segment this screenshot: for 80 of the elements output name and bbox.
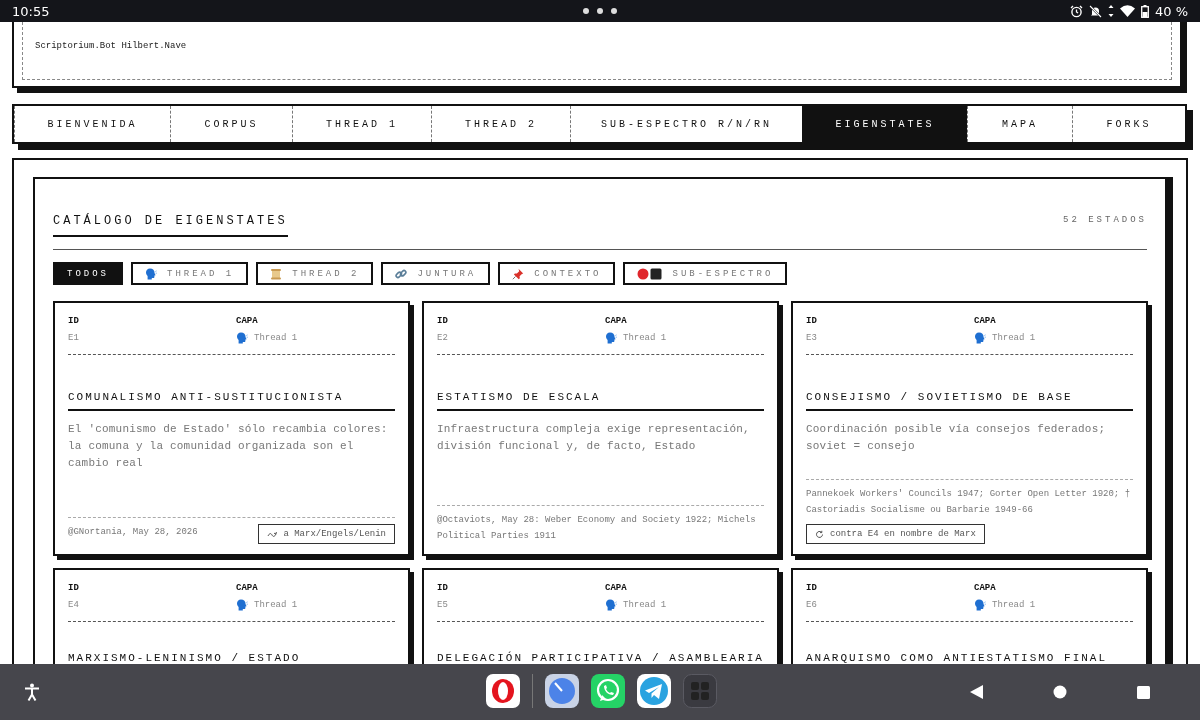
state-id: E5: [437, 599, 449, 611]
circle-and-square-icon: [637, 267, 663, 280]
relation-tag[interactable]: contra E4 en nombre de Marx: [806, 524, 985, 544]
more-dots-icon: [583, 8, 617, 14]
field-label: CAPA: [605, 583, 628, 593]
speaking-head-icon: [605, 332, 617, 344]
relation-tag[interactable]: a Marx/Engels/Lenin: [258, 524, 395, 544]
bot-signature: Scriptorium.Bot Hilbert.Nave: [35, 41, 187, 51]
filter-button[interactable]: CONTEXTO: [498, 262, 616, 285]
speaking-head-icon: [974, 599, 986, 611]
layer-value: Thread 1: [992, 333, 1036, 343]
nav-tab[interactable]: MAPA: [967, 106, 1072, 142]
field-label: CAPA: [236, 316, 259, 326]
circular-arrow-icon: [815, 529, 824, 539]
source-note: @Octaviots, May 28: Weber Economy and Society 1922; Michels Political Parties 1911: [437, 514, 757, 543]
chat-app-icon[interactable]: [591, 674, 625, 708]
state-title: ESTATISMO DE ESCALA: [437, 391, 764, 411]
back-icon[interactable]: [970, 685, 983, 699]
bell-off-icon: [1088, 4, 1102, 18]
field-label: CAPA: [236, 583, 259, 593]
data-arrows-icon: [1107, 5, 1114, 17]
state-id: E1: [68, 332, 80, 344]
field-label: ID: [437, 316, 449, 326]
link-icon: [395, 267, 408, 280]
layer-value: Thread 1: [992, 600, 1036, 610]
state-id: E4: [68, 599, 80, 611]
clock-time: 10:55: [12, 3, 51, 19]
field-label: CAPA: [974, 583, 997, 593]
nav-tab[interactable]: EIGENSTATES: [802, 106, 967, 142]
layer-value: Thread 1: [623, 600, 667, 610]
alarm-icon: [1069, 4, 1083, 18]
speaking-head-icon: [974, 332, 986, 344]
state-count: 52 ESTADOS: [1063, 214, 1147, 225]
nav-tab[interactable]: THREAD 2: [431, 106, 570, 142]
nav-tab[interactable]: BIENVENIDA: [14, 106, 170, 142]
accessibility-icon[interactable]: [24, 683, 40, 701]
scroll-icon: [270, 267, 283, 280]
filter-button[interactable]: SUB-ESPECTRO: [623, 262, 788, 285]
filter-button[interactable]: TODOS: [53, 262, 123, 285]
wifi-icon: [1119, 5, 1135, 17]
state-id: E2: [437, 332, 449, 344]
speaking-head-icon: [605, 599, 617, 611]
state-id: E3: [806, 332, 818, 344]
layer-value: Thread 1: [254, 600, 298, 610]
speaking-head-icon: [236, 599, 248, 611]
field-label: CAPA: [974, 316, 997, 326]
filter-button[interactable]: THREAD 2: [256, 262, 374, 285]
battery-icon: [1140, 4, 1149, 18]
state-id: E6: [806, 599, 818, 611]
speaking-head-icon: [236, 332, 248, 344]
layer-value: Thread 1: [623, 333, 667, 343]
filter-button[interactable]: THREAD 1: [131, 262, 249, 285]
state-title: CONSEJISMO / SOVIETISMO DE BASE: [806, 391, 1133, 411]
field-label: ID: [806, 583, 818, 593]
nav-tab[interactable]: THREAD 1: [292, 106, 431, 142]
battery-percent: 40 %: [1154, 3, 1188, 19]
speaking-head-icon: [145, 267, 157, 280]
clock-app-icon[interactable]: [545, 674, 579, 708]
squiggle-arrow-icon: [267, 530, 278, 538]
nav-tab[interactable]: CORPUS: [170, 106, 292, 142]
filter-button[interactable]: JUNTURA: [381, 262, 491, 285]
nav-tab[interactable]: FORKS: [1072, 106, 1185, 142]
home-icon[interactable]: [1053, 685, 1067, 699]
field-label: ID: [806, 316, 818, 326]
field-label: ID: [68, 583, 80, 593]
field-label: ID: [437, 583, 449, 593]
layer-value: Thread 1: [254, 333, 298, 343]
state-description: Coordinación posible vía consejos federados; soviet = consejo: [806, 423, 1106, 452]
pushpin-icon: [512, 267, 525, 280]
state-description: Infraestructura compleja exige representación, división funcional y, de facto, Estado: [437, 423, 750, 452]
field-label: CAPA: [605, 316, 628, 326]
paper-plane-app-icon[interactable]: [637, 674, 671, 708]
state-title: COMUNALISMO ANTI-SUSTITUCIONISTA: [68, 391, 395, 411]
source-note: Pannekoek Workers' Councils 1947; Gorter Open Letter 1920; † Castoriadis Socialisme ou Barbarie 1949-66: [806, 488, 1132, 517]
recents-icon[interactable]: [1137, 685, 1150, 699]
state-description: El 'comunismo de Estado' sólo recambia colores: la comuna y la comunidad organizada son el cambio real: [68, 423, 388, 469]
source-note: @GNortania, May 28, 2026: [68, 526, 199, 539]
field-label: ID: [68, 316, 80, 326]
section-heading: CATÁLOGO DE EIGENSTATES: [53, 213, 288, 237]
browser-app-icon[interactable]: [486, 674, 520, 708]
